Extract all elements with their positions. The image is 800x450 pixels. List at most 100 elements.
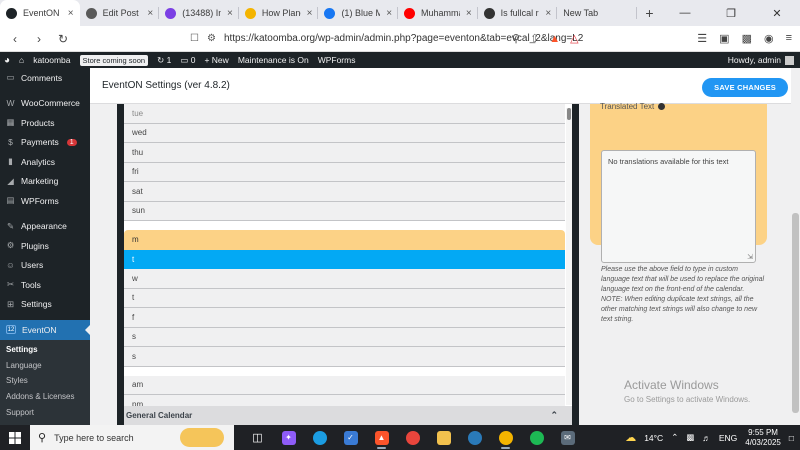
notifications-icon[interactable]: □ bbox=[789, 433, 794, 443]
panel-scrollbar-thumb[interactable] bbox=[567, 108, 571, 120]
new-tab-icon[interactable]: + bbox=[637, 0, 662, 26]
chrome-icon[interactable] bbox=[397, 425, 428, 450]
spotify-icon[interactable] bbox=[521, 425, 552, 450]
temperature[interactable]: 14°C bbox=[644, 433, 663, 443]
general-calendar-section[interactable]: General Calendar ⌃ bbox=[124, 406, 572, 425]
browser-tab[interactable]: (1) Blue Mount × bbox=[318, 0, 399, 26]
wordpress-logo-icon[interactable]: ◕ bbox=[4, 55, 10, 66]
store-status-badge[interactable]: Store coming soon bbox=[79, 54, 149, 66]
wallet-icon[interactable]: ▩ bbox=[742, 32, 752, 45]
browser-tab[interactable]: Muhamma × bbox=[398, 0, 478, 26]
sidebar-item-comments[interactable]: ▭ Comments bbox=[0, 68, 90, 88]
language-string-row[interactable]: sat bbox=[124, 182, 565, 202]
submenu-item[interactable]: Settings bbox=[0, 342, 90, 358]
info-icon[interactable] bbox=[658, 103, 666, 111]
language-string-row[interactable]: thu bbox=[124, 143, 565, 163]
resize-grip-icon[interactable]: ⇲ bbox=[747, 253, 753, 261]
language-indicator[interactable]: ENG bbox=[719, 433, 737, 443]
page-scrollbar-thumb[interactable] bbox=[792, 213, 799, 413]
wpforms-link[interactable]: WPForms bbox=[318, 55, 356, 65]
volume-icon[interactable]: ♬ bbox=[702, 433, 711, 443]
updates-link[interactable]: ↻ 1 bbox=[157, 55, 171, 66]
task-view-icon[interactable]: ◫ bbox=[242, 425, 273, 450]
weather-icon[interactable]: ☁ bbox=[625, 431, 636, 444]
submenu-item[interactable]: Styles bbox=[0, 373, 90, 389]
menu-icon[interactable]: ≡ bbox=[786, 32, 792, 45]
translation-textarea[interactable]: No translations available for this text … bbox=[601, 150, 756, 263]
chevron-up-tray-icon[interactable]: ⌃ bbox=[671, 432, 678, 443]
language-string-row[interactable]: s bbox=[124, 347, 565, 367]
address-bar[interactable]: ☐ ⚙ https://katoomba.org/wp-admin/admin.… bbox=[190, 29, 583, 49]
language-string-row[interactable]: m bbox=[124, 230, 565, 250]
restore-icon[interactable]: ❐ bbox=[708, 0, 754, 26]
bookmark-icon[interactable]: ☐ bbox=[190, 33, 199, 44]
language-string-row[interactable]: t bbox=[124, 288, 565, 308]
maintenance-link[interactable]: Maintenance is On bbox=[238, 55, 309, 65]
brave-rewards-icon[interactable]: △ bbox=[570, 32, 578, 45]
sidebar-item-eventon[interactable]: 12 EventON bbox=[0, 320, 90, 340]
copilot-icon[interactable]: ✦ bbox=[273, 425, 304, 450]
search-highlight-image[interactable] bbox=[180, 428, 224, 447]
language-string-row[interactable]: sun bbox=[124, 201, 565, 221]
brave-taskbar-icon[interactable]: ▲ bbox=[366, 425, 397, 450]
language-string-row[interactable]: f bbox=[124, 308, 565, 328]
language-string-row[interactable]: fri bbox=[124, 162, 565, 182]
sidebar-toggle-icon[interactable]: ▣ bbox=[719, 32, 729, 45]
sidebar-item-users[interactable]: ☺ Users bbox=[0, 256, 90, 276]
chevron-up-icon[interactable]: ⌃ bbox=[550, 410, 558, 421]
tab-close-icon[interactable]: × bbox=[307, 8, 313, 19]
language-string-row[interactable]: w bbox=[124, 269, 565, 289]
sidebar-item-plugins[interactable]: ⚙ Plugins bbox=[0, 236, 90, 256]
network-icon[interactable]: ▩ bbox=[686, 432, 694, 443]
sidebar-item-products[interactable]: ▦ Products bbox=[0, 113, 90, 133]
sidebar-item-settings[interactable]: ⊞ Settings bbox=[0, 295, 90, 315]
taskbar-search[interactable]: ⚲ Type here to search bbox=[30, 425, 234, 450]
submenu-item[interactable]: Language bbox=[0, 357, 90, 373]
browser-tab[interactable]: (13488) Inbox | × bbox=[159, 0, 239, 26]
tab-close-icon[interactable]: × bbox=[386, 8, 392, 19]
mail-icon[interactable]: ✉ bbox=[552, 425, 583, 450]
sidebar-item-marketing[interactable]: ◢ Marketing bbox=[0, 172, 90, 192]
edge-icon[interactable] bbox=[304, 425, 335, 450]
language-string-row[interactable]: t bbox=[124, 249, 565, 269]
app-icon[interactable] bbox=[459, 425, 490, 450]
tab-close-icon[interactable]: × bbox=[545, 8, 551, 19]
site-info-icon[interactable]: ⚙ bbox=[207, 33, 216, 44]
minimize-icon[interactable]: — bbox=[662, 0, 708, 26]
store-icon[interactable]: ✓ bbox=[335, 425, 366, 450]
sidebar-item-appearance[interactable]: ✎ Appearance bbox=[0, 217, 90, 237]
account-menu[interactable]: Howdy, admin bbox=[728, 55, 794, 65]
tab-close-icon[interactable]: × bbox=[466, 8, 472, 19]
tab-close-icon[interactable]: × bbox=[147, 8, 153, 19]
extensions-icon[interactable]: ☰ bbox=[697, 32, 707, 45]
language-string-row[interactable]: am bbox=[124, 375, 565, 395]
reload-icon[interactable]: ↻ bbox=[56, 32, 70, 46]
tab-close-icon[interactable]: × bbox=[227, 8, 233, 19]
submenu-item[interactable]: Support bbox=[0, 405, 90, 421]
language-string-row[interactable]: s bbox=[124, 327, 565, 347]
tab-close-icon[interactable]: × bbox=[68, 8, 74, 19]
browser-tab[interactable]: EventON × bbox=[0, 0, 80, 26]
browser-tab[interactable]: Is fullcal respo × bbox=[478, 0, 558, 26]
close-window-icon[interactable]: ✕ bbox=[754, 0, 800, 26]
file-explorer-icon[interactable] bbox=[428, 425, 459, 450]
site-name-link[interactable]: katoomba bbox=[33, 55, 70, 65]
sidebar-item-payments[interactable]: $ Payments 1 bbox=[0, 133, 90, 153]
forward-icon[interactable]: › bbox=[32, 32, 46, 46]
back-icon[interactable]: ‹ bbox=[8, 32, 22, 46]
zoom-icon[interactable]: ⚲ bbox=[512, 32, 520, 45]
page-scrollbar[interactable] bbox=[791, 68, 800, 425]
share-icon[interactable]: ⇧ bbox=[530, 32, 539, 45]
submenu-item[interactable]: Addons & Licenses bbox=[0, 389, 90, 405]
comments-link[interactable]: ▭ 0 bbox=[180, 55, 195, 66]
browser-tab[interactable]: How Planetary × bbox=[239, 0, 319, 26]
start-button[interactable] bbox=[0, 431, 30, 444]
sidebar-item-tools[interactable]: ✂ Tools bbox=[0, 275, 90, 295]
language-string-row[interactable]: wed bbox=[124, 123, 565, 143]
new-content-link[interactable]: + New bbox=[204, 55, 228, 65]
browser-tab[interactable]: New Tab bbox=[557, 0, 637, 26]
panel-scrollbar[interactable] bbox=[566, 108, 572, 405]
clock[interactable]: 9:55 PM 4/03/2025 bbox=[745, 428, 781, 448]
vpn-icon[interactable]: ◉ bbox=[764, 32, 774, 45]
save-changes-button[interactable]: SAVE CHANGES bbox=[702, 78, 788, 97]
